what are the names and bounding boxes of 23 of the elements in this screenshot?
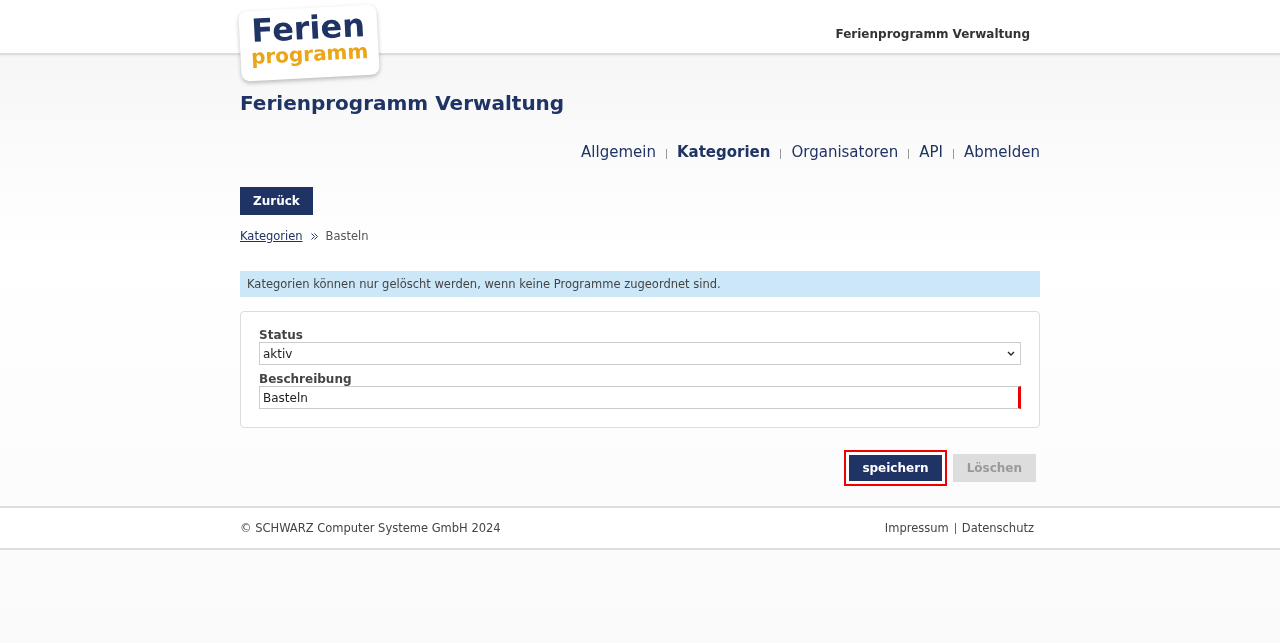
- breadcrumb-link[interactable]: Kategorien: [240, 229, 303, 243]
- back-button[interactable]: Zurück: [240, 187, 313, 215]
- footer-link[interactable]: Impressum: [884, 521, 949, 535]
- page-title: Ferienprogramm Verwaltung: [240, 91, 566, 115]
- breadcrumb-current: Basteln: [325, 229, 369, 243]
- nav-link[interactable]: API: [919, 143, 943, 161]
- chevron-icon: [310, 232, 318, 240]
- copyright-text: © SCHWARZ Computer Systeme GmbH 2024: [240, 521, 501, 535]
- caret-icon: [1007, 351, 1015, 356]
- status-select[interactable]: aktiv: [259, 342, 1021, 365]
- nav-link[interactable]: Abmelden: [963, 143, 1040, 161]
- text-field[interactable]: Basteln: [259, 386, 1021, 409]
- logo-text: Ferien: [250, 9, 366, 47]
- field-label: Beschreibung: [259, 372, 353, 386]
- nav-link[interactable]: Allgemein: [581, 143, 656, 161]
- nav-link[interactable]: Kategorien: [676, 143, 771, 161]
- footer-link[interactable]: Datenschutz: [961, 521, 1034, 535]
- header-title: Ferienprogramm Verwaltung: [835, 27, 1030, 41]
- nav-link[interactable]: Organisatoren: [791, 143, 899, 161]
- field-label: Status: [259, 328, 304, 342]
- info-message: Kategorien können nur gelöscht werden, wenn keine Programme zugeordnet sind.: [240, 271, 1040, 297]
- logo-badge[interactable]: Ferien programm: [238, 4, 380, 82]
- save-button[interactable]: speichern: [848, 454, 943, 482]
